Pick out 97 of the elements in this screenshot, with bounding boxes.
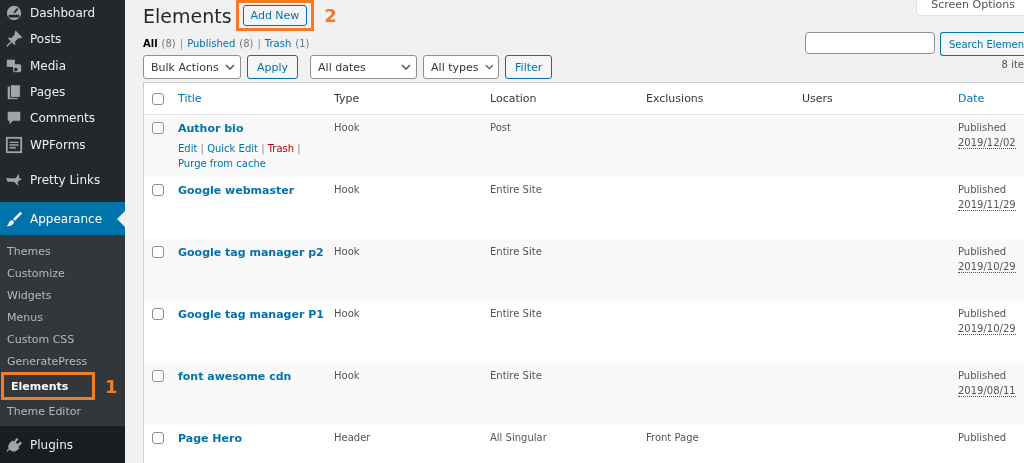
view-filter-link[interactable]: All (143, 38, 158, 49)
row-action-link[interactable]: Trash (267, 143, 295, 154)
submenu-item[interactable]: Widgets (0, 284, 125, 307)
callout-number: 2 (324, 5, 337, 26)
view-filter-link[interactable]: Published (187, 38, 236, 49)
status-text: Published (958, 370, 1007, 381)
sidebar-item[interactable]: Pretty Links (0, 166, 125, 193)
table-cell: Hook (334, 370, 360, 381)
column-header[interactable]: Title (178, 92, 202, 105)
date-text: 2019/10/29 (958, 261, 1016, 273)
submenu-item[interactable]: GeneratePress (0, 350, 125, 373)
table-cell: Entire Site (490, 246, 542, 257)
separator: | (297, 143, 301, 154)
element-title-link[interactable]: font awesome cdn (178, 370, 292, 383)
dates-dropdown[interactable]: All dates (310, 55, 418, 79)
column-header: Users (802, 92, 833, 105)
sidebar-item[interactable]: WPForms (0, 131, 125, 158)
table-cell: Front Page (646, 432, 699, 443)
row-checkbox[interactable] (152, 184, 164, 196)
submenu-item[interactable]: Custom CSS (0, 328, 125, 351)
sidebar-item[interactable]: Comments (0, 105, 125, 132)
table-cell: Entire Site (490, 184, 542, 195)
date-text: 2019/10/29 (958, 323, 1016, 335)
sidebar-item[interactable]: Plugins (0, 426, 125, 463)
status-text: Published (958, 308, 1007, 319)
caret-icon (225, 64, 235, 70)
submenu-item[interactable]: Themes (0, 240, 125, 263)
separator: | (179, 38, 184, 49)
column-header: Exclusions (646, 92, 704, 105)
table-cell: Hook (334, 184, 360, 195)
submenu-item[interactable]: Customize (0, 262, 125, 285)
table-cell: Hook (334, 122, 360, 133)
bulk-actions-dropdown[interactable]: Bulk Actions (143, 55, 241, 79)
sidebar-item[interactable]: Posts (0, 26, 125, 53)
row-checkbox[interactable] (152, 246, 164, 258)
element-title-link[interactable]: Google tag manager P1 (178, 308, 324, 321)
submenu-item[interactable]: Theme Editor (0, 400, 125, 423)
sidebar-item[interactable]: Appearance (0, 201, 125, 236)
view-filter-link[interactable]: Trash (264, 38, 292, 49)
column-header: Location (490, 92, 537, 105)
pages-icon (5, 83, 23, 101)
element-title-link[interactable]: Page Hero (178, 432, 242, 445)
status-text: Published (958, 246, 1007, 257)
date-text: 2019/12/02 (958, 137, 1016, 149)
filter-button[interactable]: Filter (505, 55, 553, 79)
page-title: Elements (143, 4, 232, 27)
status-text: Published (958, 184, 1007, 195)
separator: | (261, 143, 265, 154)
view-count: (1) (295, 38, 310, 49)
item-count: 8 ite (1001, 59, 1024, 70)
row-checkbox[interactable] (152, 308, 164, 320)
view-count: (8) (239, 38, 254, 49)
element-title-link[interactable]: Author bio (178, 122, 244, 135)
row-action-link[interactable]: Quick Edit (207, 143, 258, 154)
submenu-item[interactable]: Menus (0, 306, 125, 329)
row-action-link[interactable]: Purge from cache (178, 158, 266, 169)
date-text: 2019/08/11 (958, 385, 1016, 397)
table-cell: Header (334, 432, 371, 443)
callout-number: 1 (105, 375, 118, 397)
apply-button[interactable]: Apply (247, 55, 299, 79)
status-text: Published (958, 432, 1007, 443)
sidebar-item[interactable]: Media (0, 52, 125, 79)
view-count: (8) (161, 38, 176, 49)
types-dropdown[interactable]: All types (423, 55, 500, 79)
column-header: Type (334, 92, 360, 105)
row-checkbox[interactable] (152, 370, 164, 382)
table-cell: Hook (334, 246, 360, 257)
table-cell: Entire Site (490, 370, 542, 381)
caret-icon (401, 64, 412, 70)
separator: | (257, 38, 261, 49)
search-field[interactable] (805, 32, 935, 54)
dashboard-icon (5, 4, 23, 23)
brush-icon (5, 209, 23, 228)
sidebar-item[interactable]: Pages (0, 78, 125, 106)
pin-icon (5, 30, 23, 49)
separator: | (200, 143, 204, 154)
caret-icon (484, 64, 494, 70)
element-title-link[interactable]: Google webmaster (178, 184, 295, 197)
column-header[interactable]: Date (958, 92, 985, 105)
row-action-link[interactable]: Edit (178, 143, 198, 154)
search-button[interactable]: Search Elemen (940, 32, 1024, 56)
table-cell: Entire Site (490, 308, 542, 319)
submenu-item[interactable]: Elements (4, 375, 69, 398)
select-all-checkbox[interactable] (152, 92, 164, 105)
plug-icon (5, 435, 23, 454)
table-cell: Post (490, 122, 511, 133)
add-new-button[interactable]: Add New (242, 5, 308, 26)
table-cell: All Singular (490, 432, 547, 443)
status-text: Published (958, 122, 1007, 133)
element-title-link[interactable]: Google tag manager p2 (178, 246, 324, 259)
row-checkbox[interactable] (152, 122, 164, 134)
table-cell: Hook (334, 308, 360, 319)
form-icon (5, 135, 23, 154)
sidebar-item[interactable]: Dashboard (0, 0, 125, 27)
date-text: 2019/11/29 (958, 199, 1016, 211)
row-checkbox[interactable] (152, 432, 164, 444)
screen-options-tab[interactable]: Screen Options (916, 0, 1024, 16)
